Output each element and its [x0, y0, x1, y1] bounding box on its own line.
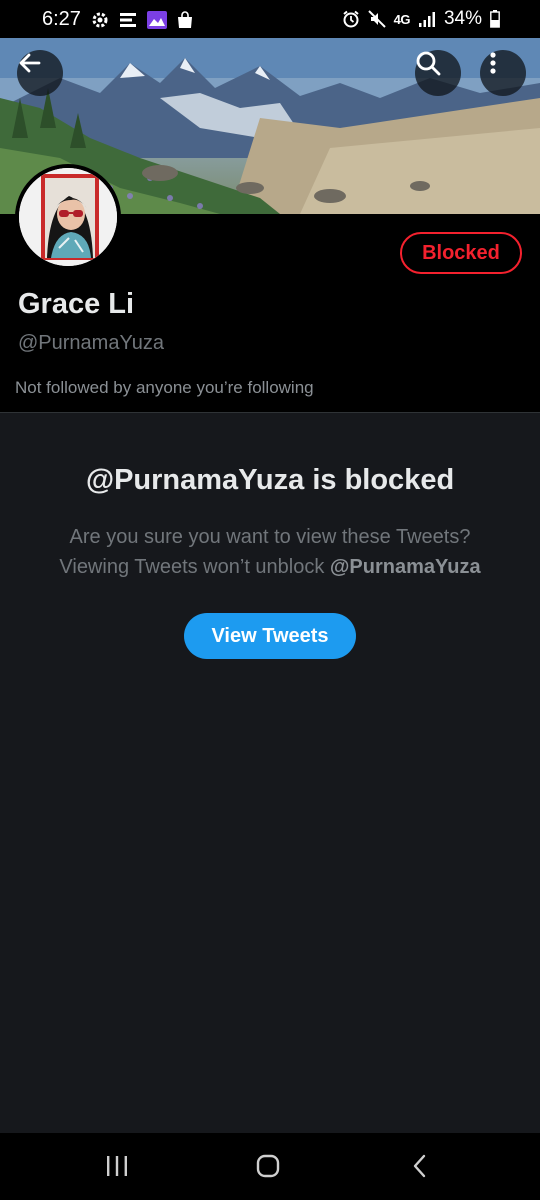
followers-you-know[interactable]: Not followed by anyone you’re following [15, 378, 314, 398]
status-bar: 6:27 4G 34% [0, 0, 540, 38]
recents-button[interactable] [104, 1153, 130, 1184]
back-nav-button[interactable] [407, 1153, 433, 1184]
profile-header: Blocked Grace Li @PurnamaYuza Not follow… [0, 164, 540, 413]
system-navigation-bar [0, 1133, 540, 1200]
search-icon [416, 51, 441, 76]
signal-icon [418, 12, 435, 27]
home-button[interactable] [255, 1153, 281, 1184]
view-tweets-button[interactable]: View Tweets [184, 613, 356, 659]
status-time: 6:27 [42, 8, 81, 30]
recents-icon [107, 1156, 127, 1176]
mute-icon [367, 10, 386, 28]
settings-icon [92, 12, 108, 27]
gallery-app-icon [146, 10, 167, 29]
blocked-notice-explanation: Viewing Tweets won’t unblock @PurnamaYuz… [0, 556, 540, 579]
avatar-image [19, 168, 117, 266]
display-name: Grace Li [18, 288, 135, 320]
battery-percent: 34% [443, 8, 482, 29]
back-chevron-icon [413, 1154, 426, 1178]
home-icon [256, 1154, 280, 1178]
user-handle: @PurnamaYuza [18, 332, 164, 354]
blocked-notice-question: Are you sure you want to view these Twee… [69, 526, 471, 548]
shopping-bag-icon [177, 10, 192, 28]
alarm-icon [342, 10, 359, 28]
more-vertical-icon [490, 52, 496, 74]
avatar[interactable] [15, 164, 121, 270]
arrow-left-icon [19, 53, 41, 73]
battery-icon [490, 10, 500, 28]
espn-app-icon [119, 12, 136, 27]
back-button[interactable] [17, 50, 63, 96]
network-type: 4G [393, 11, 411, 27]
blocked-button[interactable]: Blocked [400, 232, 522, 274]
blocked-notice-title: @PurnamaYuza is blocked [85, 464, 455, 496]
blocked-notice-handle: @PurnamaYuza [329, 556, 481, 578]
search-button[interactable] [415, 50, 461, 96]
more-options-button[interactable] [480, 50, 526, 96]
blocked-notice-explanation-text: Viewing Tweets won’t unblock [59, 556, 330, 578]
